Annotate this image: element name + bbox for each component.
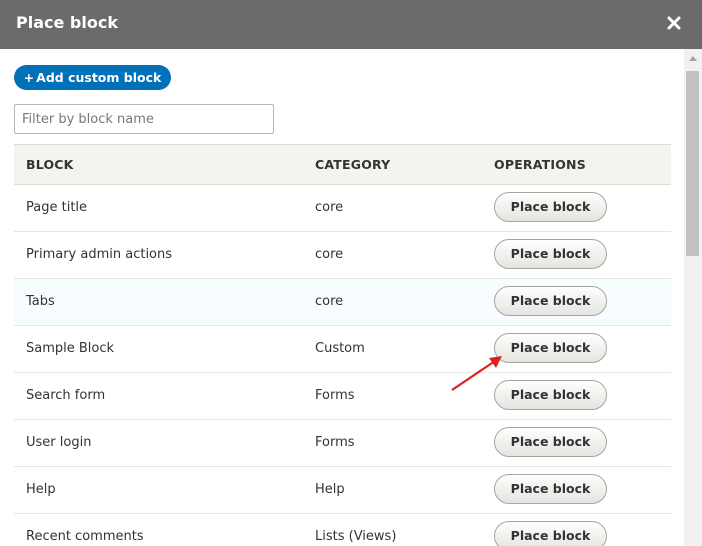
place-block-button[interactable]: Place block — [494, 474, 607, 504]
place-block-button[interactable]: Place block — [494, 286, 607, 316]
table-row: Recent comments Lists (Views) Place bloc… — [14, 514, 671, 546]
add-custom-block-button[interactable]: + Add custom block — [14, 65, 171, 90]
close-icon[interactable] — [664, 13, 684, 33]
table-row: Page title core Place block — [14, 185, 671, 232]
place-block-button[interactable]: Place block — [494, 521, 607, 546]
block-category: Lists (Views) — [315, 529, 397, 544]
table-row: User login Forms Place block — [14, 420, 671, 467]
dialog-titlebar: Place block — [0, 0, 702, 49]
block-category: Custom — [315, 341, 365, 356]
block-category: Help — [315, 482, 345, 497]
place-block-button[interactable]: Place block — [494, 333, 607, 363]
table-row: Search form Forms Place block — [14, 373, 671, 420]
table-row: Help Help Place block — [14, 467, 671, 514]
place-block-dialog: Place block +Add custom block BLOCK CATE… — [0, 0, 702, 546]
table-row: Sample Block Custom Place block — [14, 326, 671, 373]
block-name: Recent comments — [26, 529, 144, 544]
block-name: Help — [26, 482, 56, 497]
header-category: CATEGORY — [315, 157, 391, 172]
table-header: BLOCK CATEGORY OPERATIONS — [14, 144, 671, 185]
vertical-scrollbar[interactable] — [684, 49, 702, 546]
header-block: BLOCK — [26, 157, 74, 172]
block-category: Forms — [315, 388, 355, 403]
scroll-up-arrow-icon[interactable] — [689, 56, 697, 61]
add-custom-block-label: Add custom block — [36, 70, 162, 85]
scrollbar-thumb[interactable] — [686, 71, 699, 256]
block-category: core — [315, 200, 344, 215]
block-name: User login — [26, 435, 92, 450]
table-row: Tabs core Place block — [14, 279, 671, 326]
place-block-button[interactable]: Place block — [494, 239, 607, 269]
place-block-button[interactable]: Place block — [494, 380, 607, 410]
dialog-content: +Add custom block BLOCK CATEGORY OPERATI… — [0, 49, 684, 546]
dialog-title: Place block — [16, 13, 118, 32]
place-block-button[interactable]: Place block — [494, 427, 607, 457]
block-name: Page title — [26, 200, 88, 215]
filter-by-block-name-input[interactable] — [14, 104, 274, 134]
block-name: Tabs — [26, 294, 55, 309]
block-category: Forms — [315, 435, 355, 450]
block-name: Sample Block — [26, 341, 115, 356]
block-category: core — [315, 294, 344, 309]
blocks-table: BLOCK CATEGORY OPERATIONS Page title cor… — [14, 144, 671, 546]
block-category: core — [315, 247, 344, 262]
block-name: Search form — [26, 388, 106, 403]
header-operations: OPERATIONS — [494, 157, 586, 172]
table-row: Primary admin actions core Place block — [14, 232, 671, 279]
place-block-button[interactable]: Place block — [494, 192, 607, 222]
plus-icon: + — [23, 70, 35, 85]
block-name: Primary admin actions — [26, 247, 173, 262]
